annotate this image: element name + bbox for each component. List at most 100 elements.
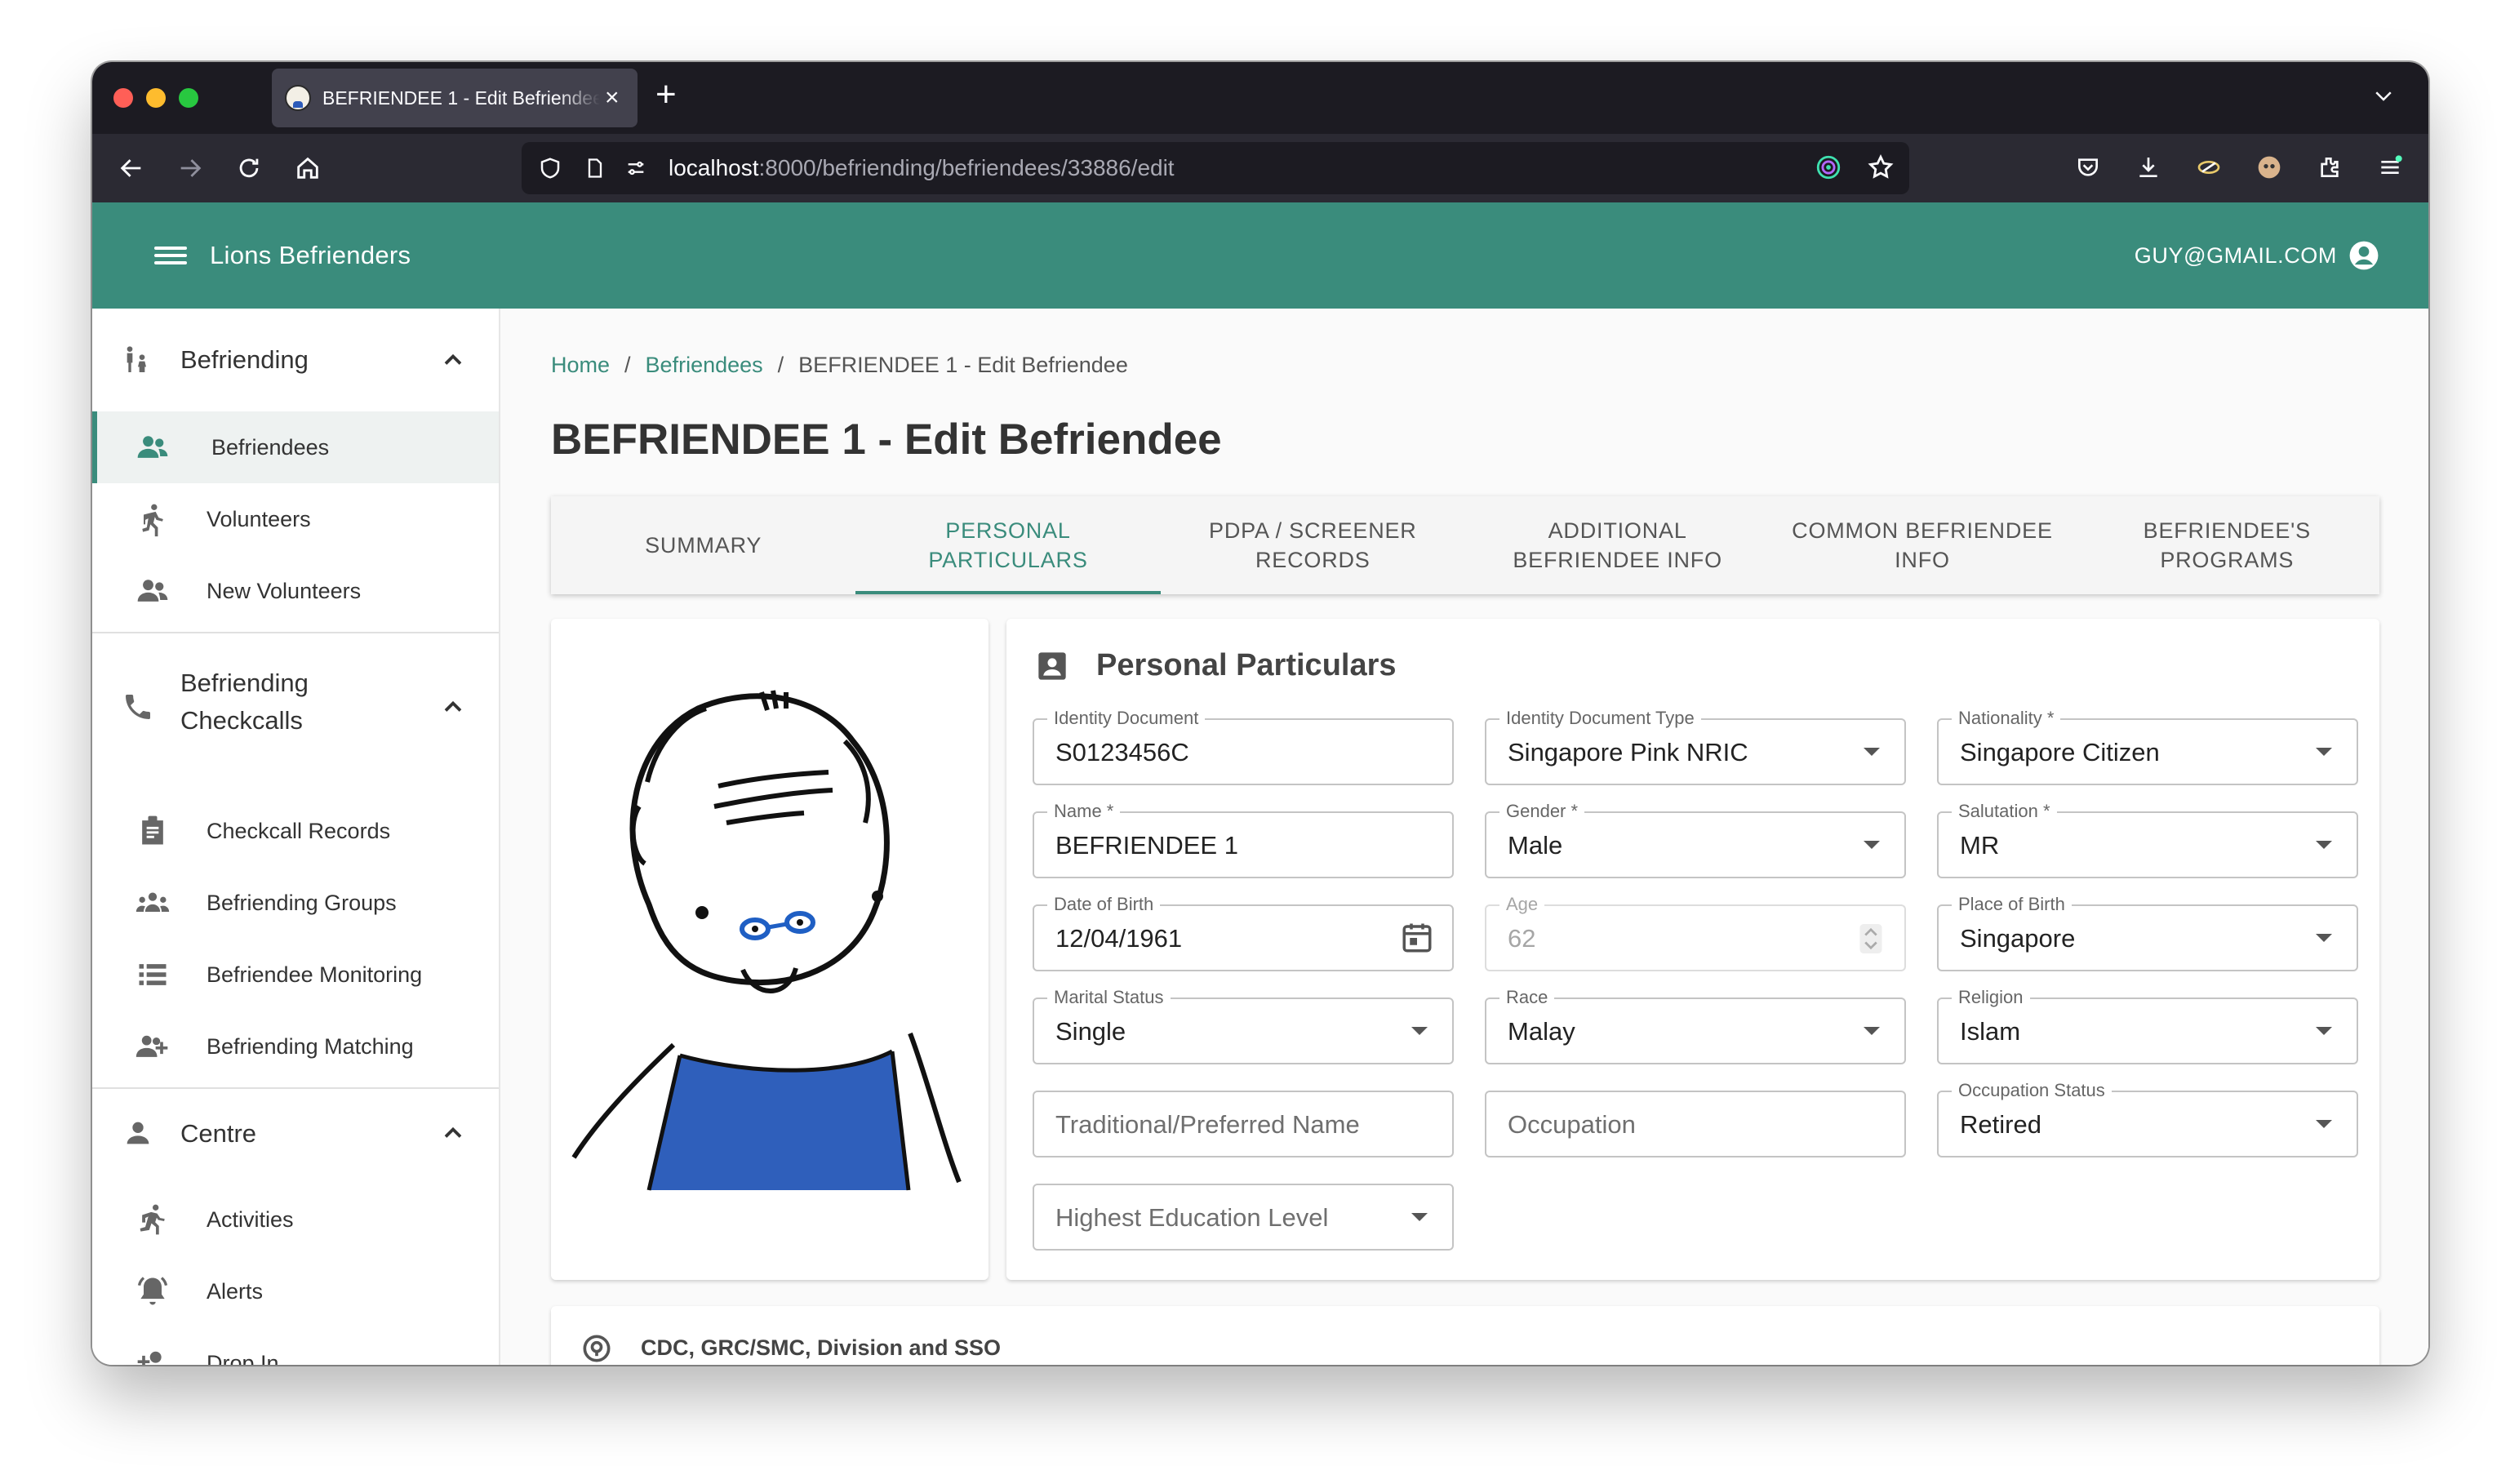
hamburger-menu-icon[interactable] (154, 239, 187, 272)
sidebar-item-label: Volunteers (207, 506, 311, 531)
dropdown-arrow-icon[interactable] (1411, 1213, 1428, 1221)
sidebar-section-title: Centre (180, 1119, 257, 1148)
groups-icon (133, 883, 172, 922)
identity-document-field[interactable]: Identity Document S0123456C (1033, 709, 1454, 785)
new-tab-icon[interactable]: + (655, 77, 677, 113)
race-select[interactable]: Race Malay (1485, 988, 1906, 1064)
sidebar-item-label: New Volunteers (207, 578, 362, 603)
reload-icon[interactable] (233, 152, 265, 184)
sidebar-item-befriending-groups[interactable]: Befriending Groups (92, 867, 499, 939)
permissions-icon[interactable] (624, 157, 647, 180)
breadcrumb-current: BEFRIENDEE 1 - Edit Befriendee (798, 353, 1128, 377)
extension-icon[interactable] (2192, 150, 2226, 184)
zoom-window-button[interactable] (179, 88, 198, 108)
salutation-select[interactable]: Salutation * MR (1937, 802, 2358, 878)
befriendee-avatar-illustration[interactable] (551, 619, 988, 1280)
dropdown-arrow-icon[interactable] (2316, 841, 2332, 849)
close-tab-icon[interactable]: × (605, 86, 620, 110)
religion-select[interactable]: Religion Islam (1937, 988, 2358, 1064)
sidebar-item-drop-in[interactable]: Drop In (92, 1327, 499, 1365)
favicon-icon (285, 85, 311, 111)
identity-document-type-select[interactable]: Identity Document Type Singapore Pink NR… (1485, 709, 1906, 785)
dropdown-arrow-icon[interactable] (2316, 1027, 2332, 1035)
url-bar[interactable]: localhost:8000/befriending/befriendees/3… (522, 142, 1909, 194)
nationality-select[interactable]: Nationality * Singapore Citizen (1937, 709, 2358, 785)
sidebar-section-centre[interactable]: Centre (92, 1089, 499, 1179)
name-field[interactable]: Name * BEFRIENDEE 1 (1033, 802, 1454, 878)
chevron-down-icon[interactable] (2371, 83, 2396, 108)
sidebar-item-new-volunteers[interactable]: New Volunteers (92, 555, 499, 627)
profile-avatar-icon[interactable] (2252, 150, 2286, 184)
personal-particulars-header: Personal Particulars (1036, 648, 1397, 683)
breadcrumb-separator: / (777, 353, 784, 377)
sidebar-item-befriendee-monitoring[interactable]: Befriendee Monitoring (92, 939, 499, 1011)
tracking-protection-icon[interactable] (1815, 153, 1842, 181)
sidebar-item-label: Drop In (207, 1350, 279, 1366)
tab-common-befriendee-info[interactable]: COMMON BEFRIENDEE INFO (1770, 496, 2074, 594)
gender-select[interactable]: Gender * Male (1485, 802, 1906, 878)
pocket-icon[interactable] (2071, 150, 2105, 184)
dropdown-arrow-icon[interactable] (1411, 1027, 1428, 1035)
person-add-icon (133, 1344, 172, 1365)
dropdown-arrow-icon[interactable] (2316, 1120, 2332, 1128)
preferred-name-field[interactable]: Traditional/Preferred Name (1033, 1091, 1454, 1157)
shield-icon[interactable] (538, 156, 562, 180)
marital-status-select[interactable]: Marital Status Single (1033, 988, 1454, 1064)
back-icon[interactable] (115, 152, 148, 184)
dropdown-arrow-icon[interactable] (2316, 934, 2332, 942)
sidebar-item-label: Befriending Groups (207, 890, 397, 915)
sidebar-item-label: Alerts (207, 1278, 264, 1304)
chevron-up-icon[interactable] (438, 1118, 468, 1148)
breadcrumb-separator: / (624, 353, 631, 377)
chevron-up-icon[interactable] (438, 345, 468, 375)
people-icon (133, 571, 172, 611)
sidebar-section-befriending-checkcalls[interactable]: Befriending Checkcalls (92, 633, 499, 780)
dropdown-arrow-icon[interactable] (2316, 748, 2332, 756)
sidebar-item-label: Checkcall Records (207, 818, 391, 843)
breadcrumb: Home / Befriendees / BEFRIENDEE 1 - Edit… (551, 353, 1128, 378)
sidebar-section-befriending[interactable]: Befriending (92, 315, 499, 405)
home-icon[interactable] (291, 152, 324, 184)
place-of-birth-select[interactable]: Place of Birth Singapore (1937, 895, 2358, 971)
dropdown-arrow-icon[interactable] (1864, 748, 1880, 756)
dropdown-arrow-icon[interactable] (1864, 841, 1880, 849)
sidebar-item-befriending-matching[interactable]: Befriending Matching (92, 1011, 499, 1082)
tab-pdpa-screener-records[interactable]: PDPA / SCREENER RECORDS (1161, 496, 1465, 594)
menu-icon[interactable] (2373, 150, 2407, 184)
forward-icon[interactable] (174, 152, 207, 184)
close-window-button[interactable] (113, 88, 133, 108)
sidebar-item-checkcall-records[interactable]: Checkcall Records (92, 795, 499, 867)
download-icon[interactable] (2131, 150, 2166, 184)
sidebar-section-title: Befriending (180, 345, 309, 374)
person-icon (120, 1115, 156, 1151)
breadcrumb-home-link[interactable]: Home (551, 353, 610, 378)
tab-befriendees-programs[interactable]: BEFRIENDEE'S PROGRAMS (2075, 496, 2379, 594)
minimize-window-button[interactable] (146, 88, 166, 108)
people-icon (133, 428, 172, 467)
sidebar-item-befriendees[interactable]: Befriendees (92, 411, 499, 483)
sidebar-item-volunteers[interactable]: Volunteers (92, 483, 499, 555)
dropdown-arrow-icon[interactable] (1864, 1027, 1880, 1035)
tab-additional-befriendee-info[interactable]: ADDITIONAL BEFRIENDEE INFO (1465, 496, 1770, 594)
puzzle-icon[interactable] (2312, 150, 2347, 184)
account-circle-icon[interactable] (2348, 240, 2379, 271)
breadcrumb-befriendees-link[interactable]: Befriendees (646, 353, 763, 378)
chevron-up-icon[interactable] (438, 692, 468, 722)
tab-summary[interactable]: SUMMARY (551, 496, 855, 594)
section-title: Personal Particulars (1096, 648, 1397, 682)
user-email[interactable]: GUY@GMAIL.COM (2135, 243, 2337, 269)
clipboard-icon (133, 811, 172, 851)
calendar-icon[interactable] (1400, 921, 1434, 955)
bookmark-star-icon[interactable] (1867, 153, 1895, 181)
tab-personal-particulars[interactable]: PERSONAL PARTICULARS (855, 496, 1161, 594)
occupation-status-select[interactable]: Occupation Status Retired (1937, 1081, 2358, 1157)
browser-tab[interactable]: BEFRIENDEE 1 - Edit Befriendee × (272, 69, 638, 127)
browser-tab-strip: BEFRIENDEE 1 - Edit Befriendee × + (92, 62, 2428, 134)
highest-education-select[interactable]: Highest Education Level (1033, 1184, 1454, 1251)
occupation-field[interactable]: Occupation (1485, 1091, 1906, 1157)
date-of-birth-field[interactable]: Date of Birth 12/04/1961 (1033, 895, 1454, 971)
sidebar-item-label: Befriendee Monitoring (207, 962, 423, 987)
sidebar-item-alerts[interactable]: Alerts (92, 1255, 499, 1327)
sidebar-item-activities[interactable]: Activities (92, 1184, 499, 1255)
url-text[interactable]: localhost:8000/befriending/befriendees/3… (669, 155, 1175, 181)
